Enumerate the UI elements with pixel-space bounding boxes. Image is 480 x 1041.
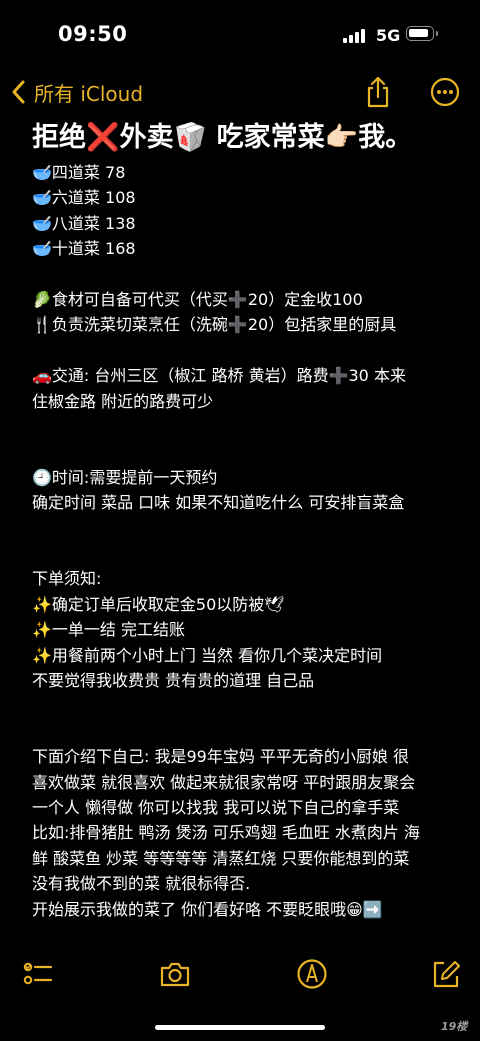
note-line: 🥣十道菜 168 <box>32 239 136 259</box>
note-line: 🥬食材可自备可代买（代买➕20）定金收100 <box>32 290 363 310</box>
network-type: 5G <box>376 26 401 45</box>
note-line: 鲜 酸菜鱼 炒菜 等等等等 清蒸红烧 只要你能想到的菜 <box>32 848 410 868</box>
camera-icon[interactable] <box>159 958 191 990</box>
home-indicator[interactable] <box>155 1025 325 1030</box>
status-bar: 09:50 5G <box>0 0 480 70</box>
note-line: 下面介绍下自己: 我是99年宝妈 平平无奇的小厨娘 很 <box>32 747 410 767</box>
status-time: 09:50 <box>58 22 128 46</box>
note-line: ✨一单一结 完工结账 <box>32 620 186 640</box>
note-body: 🥣四道菜 78 🥣六道菜 108 🥣八道菜 138 🥣十道菜 168 🥬食材可自备可代买… <box>32 160 472 922</box>
note-line: 🕘时间:需要提前一天预约 <box>32 467 218 487</box>
navigation-bar: 所有 iCloud <box>0 70 480 115</box>
note-line: 喜欢做菜 就很喜欢 做起来就很家常呀 平时跟朋友聚会 <box>32 772 416 792</box>
markup-pen-icon[interactable] <box>296 958 328 990</box>
note-line: 住椒金路 附近的路费可少 <box>32 391 214 411</box>
note-line: 🥣四道菜 78 <box>32 163 126 182</box>
checklist-icon[interactable] <box>22 958 54 990</box>
battery-icon <box>406 26 438 41</box>
note-line: 🥣六道菜 108 <box>32 188 136 208</box>
back-label: 所有 iCloud <box>34 81 144 106</box>
note-line: 不要觉得我收费贵 贵有贵的道理 自己品 <box>32 671 315 691</box>
more-icon[interactable] <box>430 77 460 107</box>
compose-icon[interactable] <box>430 958 462 990</box>
note-line: 比如:排骨猪肚 鸭汤 煲汤 可乐鸡翅 毛血旺 水煮肉片 海 <box>32 823 420 843</box>
note-line: 没有我做不到的菜 就很标得否. <box>32 874 251 894</box>
back-button[interactable]: 所有 iCloud <box>10 74 143 110</box>
note-line: 确定时间 菜品 口味 如果不知道吃什么 可安排盲菜盒 <box>32 493 405 513</box>
signal-icon <box>343 29 368 43</box>
note-line: ✨用餐前两个小时上门 当然 看你几个菜决定时间 <box>32 645 383 665</box>
note-content[interactable]: 拒绝❌外卖🥡 吃家常菜👉🏻我。 🥣四道菜 78 🥣六道菜 108 🥣八道菜 138 🥣… <box>32 118 472 922</box>
bottom-toolbar <box>0 950 480 998</box>
note-line: 🥣八道菜 138 <box>32 213 136 233</box>
note-line: 🚗交通: 台州三区（椒江 路桥 黄岩）路费➕30 本来 <box>32 366 406 386</box>
note-line: 🍴负责洗菜切菜烹任（洗碗➕20）包括家里的厨具 <box>32 315 397 335</box>
note-line: 一个人 懒得做 你可以找我 我可以说下自己的拿手菜 <box>32 798 400 818</box>
watermark-logo: 19楼 <box>441 1020 468 1033</box>
back-chevron-icon <box>12 80 25 104</box>
note-line: 开始展示我做的菜了 你们看好咯 不要眨眼哦😁➡️ <box>32 899 383 919</box>
share-icon[interactable] <box>364 76 392 108</box>
note-title: 拒绝❌外卖🥡 吃家常菜👉🏻我。 <box>32 122 413 153</box>
note-line: 下单须知: <box>32 569 102 589</box>
note-line: ✨确定订单后收取定金50以防被🕊 <box>32 594 285 614</box>
